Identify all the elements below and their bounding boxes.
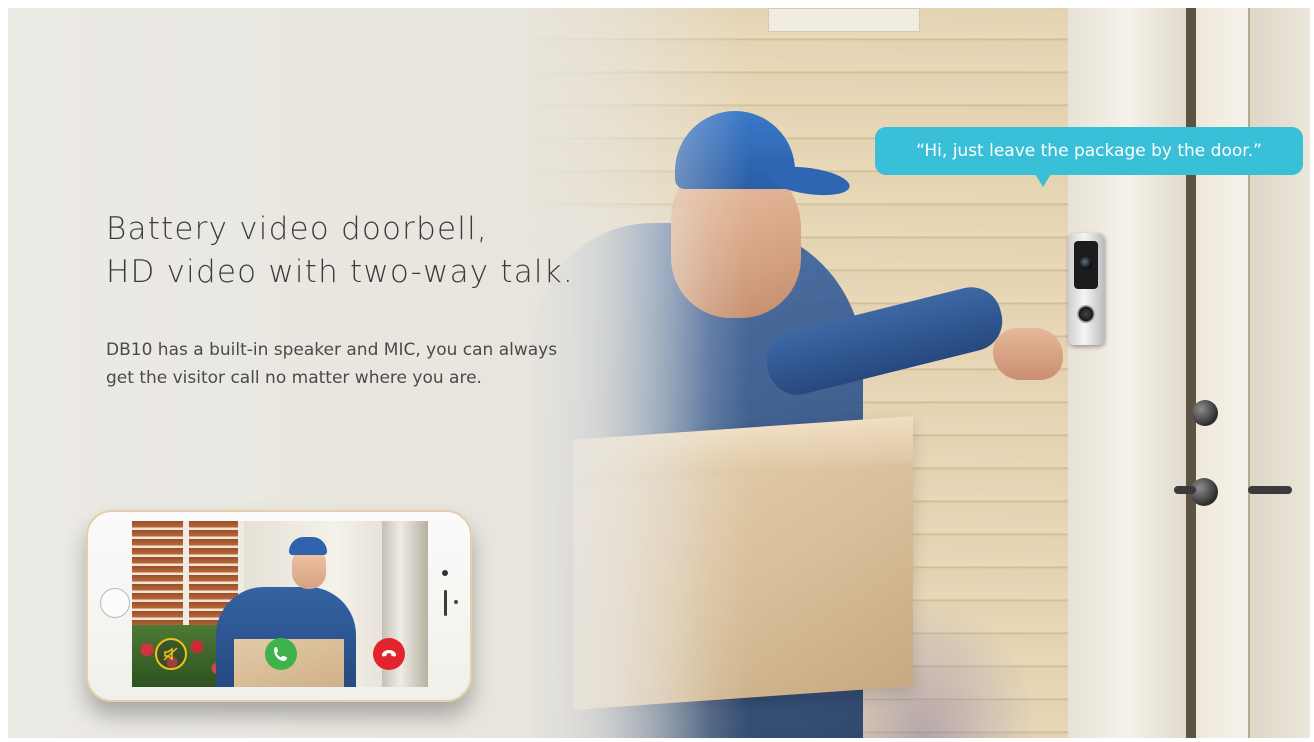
door-lever-left (1174, 486, 1196, 494)
headline-line-1: Battery video doorbell, (106, 211, 488, 247)
proximity-sensor-icon (454, 600, 458, 604)
phone-decline-icon (382, 650, 396, 657)
door-jamb (1186, 8, 1196, 738)
door-glass (1248, 8, 1310, 738)
front-camera-icon (442, 570, 448, 576)
door-deadbolt (1192, 400, 1218, 426)
decline-call-button[interactable] (373, 638, 405, 670)
screen-courier-cap (289, 537, 327, 555)
window-sill (768, 8, 920, 32)
mute-icon (163, 647, 178, 661)
mute-button[interactable] (155, 638, 187, 670)
phone-screen-video-call (132, 521, 428, 687)
hero-banner: Battery video doorbell, HD video with tw… (8, 8, 1310, 738)
earpiece-speaker-icon (444, 590, 447, 616)
door-lever-right (1248, 486, 1292, 494)
door-frame (1068, 8, 1198, 738)
accept-call-button[interactable] (265, 638, 297, 670)
phone-accept-icon (274, 647, 287, 661)
doorbell-button-icon (1077, 305, 1095, 323)
doorbell-camera-icon (1074, 241, 1098, 289)
home-button-icon (100, 588, 130, 618)
speech-bubble: “Hi, just leave the package by the door.… (875, 127, 1303, 187)
smartphone (86, 510, 472, 702)
description-text: DB10 has a built-in speaker and MIC, you… (106, 340, 558, 388)
headline: Battery video doorbell, HD video with tw… (106, 208, 574, 294)
headline-line-2: HD video with two-way talk. (106, 254, 574, 290)
courier-hand (993, 328, 1063, 380)
doorbell-device (1068, 233, 1104, 345)
